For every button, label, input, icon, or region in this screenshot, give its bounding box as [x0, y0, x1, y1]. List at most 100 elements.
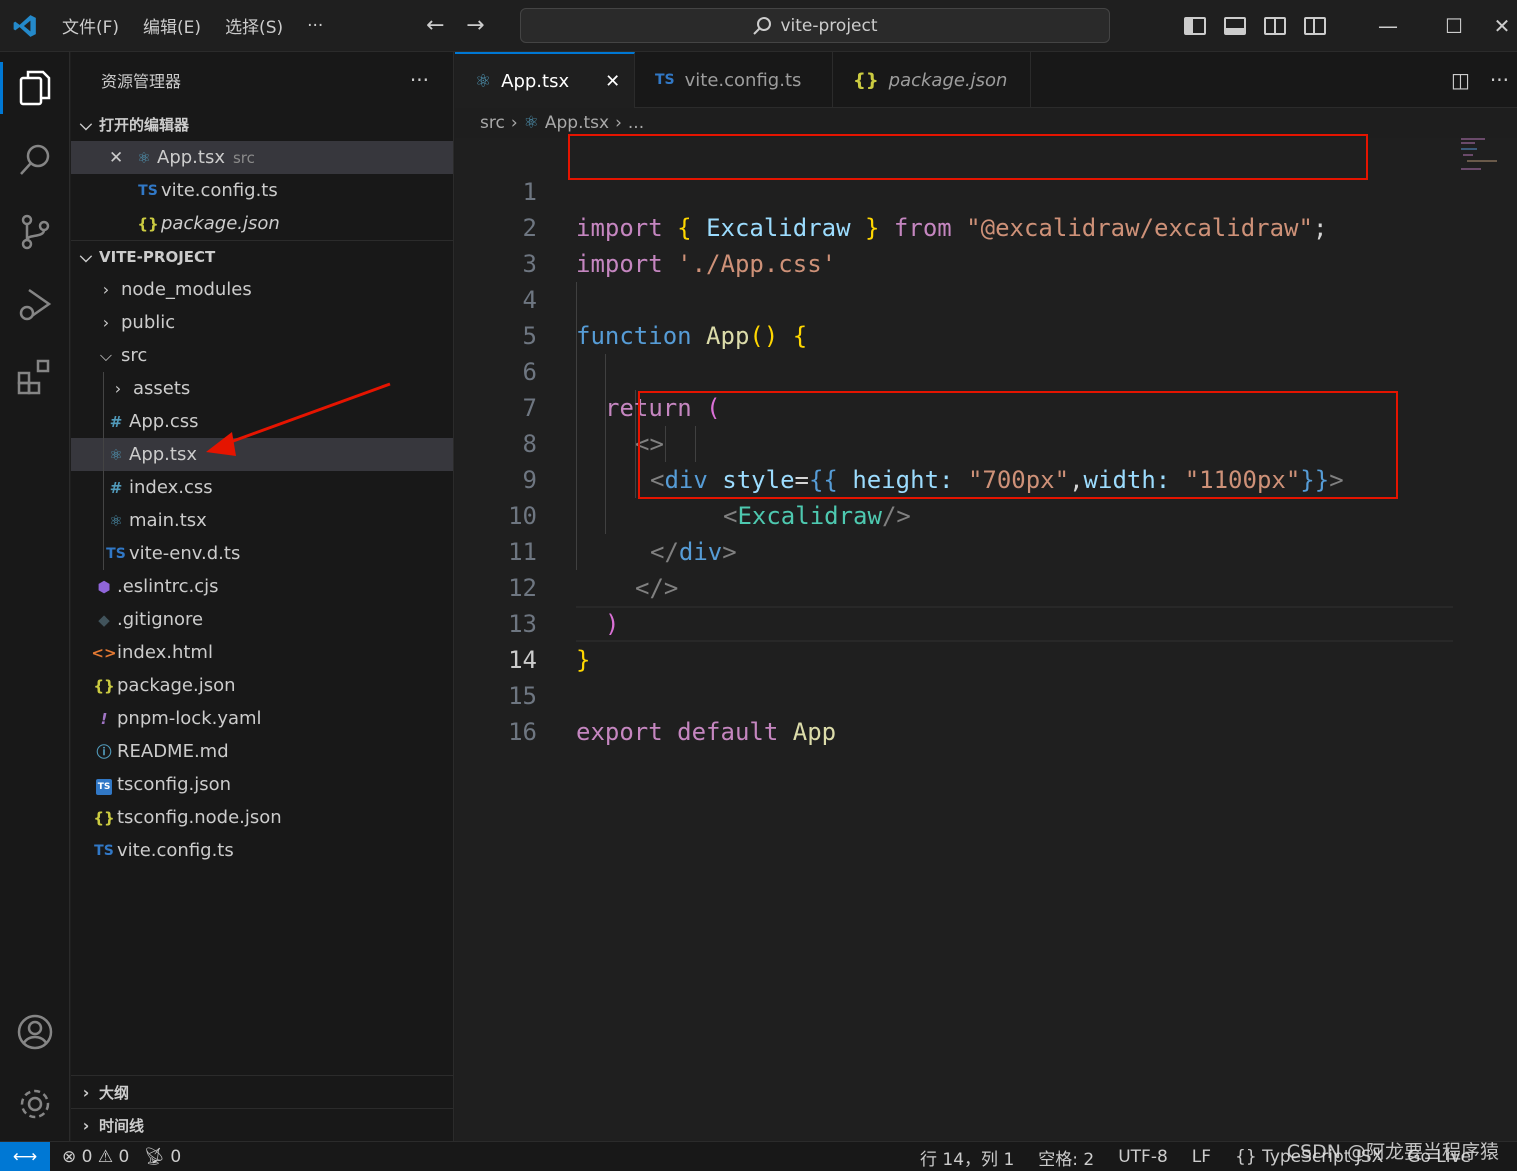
menu-file[interactable]: 文件(F)	[50, 0, 131, 52]
tree-item-public[interactable]: › public	[71, 306, 453, 339]
json-icon: {}	[93, 808, 115, 827]
breadcrumb-file[interactable]: App.tsx	[545, 113, 609, 133]
tree-item-vite-config[interactable]: TS vite.config.ts	[71, 834, 453, 867]
line-number: 16	[508, 718, 537, 746]
tree-label: public	[121, 312, 176, 333]
code-line: 4 function App() {	[455, 246, 1455, 350]
timeline-title: 时间线	[99, 1116, 145, 1135]
toggle-panel-icon[interactable]	[1224, 17, 1246, 35]
react-icon: ⚛	[109, 511, 123, 530]
css-hash-icon: #	[109, 478, 123, 497]
end-of-line[interactable]: LF	[1192, 1147, 1211, 1167]
tree-item-src[interactable]: ⌵ src	[71, 339, 453, 372]
cursor-position[interactable]: 行 14，列 1	[920, 1145, 1014, 1170]
tree-item-eslintrc[interactable]: ⬢ .eslintrc.cjs	[71, 570, 453, 603]
run-debug-icon[interactable]	[0, 268, 70, 340]
menu-edit[interactable]: 编辑(E)	[131, 0, 213, 52]
tree-item-pnpm-lock[interactable]: ! pnpm-lock.yaml	[71, 702, 453, 735]
json-icon: {}	[853, 69, 879, 91]
tree-item-vite-env[interactable]: TS vite-env.d.ts	[71, 537, 453, 570]
tab-close-icon[interactable]: ✕	[605, 71, 620, 92]
tree-item-node-modules[interactable]: › node_modules	[71, 273, 453, 306]
open-editor-item-package-json[interactable]: {} package.json	[71, 207, 453, 240]
tree-item-tsconfig-node[interactable]: {} tsconfig.node.json	[71, 801, 453, 834]
warning-count: 0	[118, 1146, 130, 1167]
tree-item-app-css[interactable]: # App.css	[71, 405, 453, 438]
chevron-down-icon: ⌵	[79, 247, 93, 266]
ports-indicator[interactable]: 📡︎ 0	[143, 1147, 181, 1167]
indentation[interactable]: 空格: 2	[1038, 1145, 1094, 1170]
code-line: 13 }	[455, 570, 1455, 674]
encoding[interactable]: UTF-8	[1118, 1147, 1168, 1167]
react-icon: ⚛	[475, 70, 492, 92]
code-line: 5	[455, 282, 1455, 350]
kw-export: export	[576, 718, 663, 746]
minimap	[1461, 138, 1497, 170]
tab-package-json[interactable]: {} package.json	[833, 52, 1031, 108]
typescript-icon: TS	[655, 72, 675, 88]
breadcrumb-symbol[interactable]: ...	[628, 113, 644, 133]
vscode-logo-icon	[0, 0, 50, 52]
open-editor-item-app-tsx[interactable]: ✕ ⚛ App.tsx src	[71, 141, 453, 174]
minimize-icon[interactable]: —	[1355, 0, 1421, 52]
tree-label: src	[121, 345, 148, 366]
tree-item-app-tsx[interactable]: ⚛ App.tsx	[71, 438, 453, 471]
forward-arrow-icon[interactable]: →	[455, 13, 495, 38]
command-center-search[interactable]: vite-project	[520, 8, 1110, 43]
editor-tabs: ⚛ App.tsx ✕ TS vite.config.ts {} package…	[455, 52, 1517, 108]
project-section[interactable]: ⌵ VITE-PROJECT	[71, 240, 453, 273]
explorer-icon[interactable]	[0, 52, 70, 124]
split-editor-icon[interactable]: ◫	[1451, 68, 1470, 92]
settings-gear-icon[interactable]	[0, 1068, 70, 1140]
tab-vite-config[interactable]: TS vite.config.ts	[635, 52, 833, 108]
breadcrumb-src[interactable]: src	[480, 113, 505, 133]
menu-more[interactable]: ···	[295, 0, 335, 52]
chevron-right-icon: ›	[82, 1082, 90, 1102]
tree-item-index-css[interactable]: # index.css	[71, 471, 453, 504]
tree-label: index.css	[129, 477, 213, 498]
highlight-box-div	[638, 391, 1398, 499]
more-actions-icon[interactable]: ···	[1490, 68, 1509, 92]
code-editor[interactable]: 1 import { Excalidraw } from "@excalidra…	[455, 134, 1517, 1141]
timeline-section[interactable]: › 时间线	[71, 1108, 454, 1141]
source-control-icon[interactable]	[0, 196, 70, 268]
tree-label: node_modules	[121, 279, 252, 300]
extensions-icon[interactable]	[0, 340, 70, 412]
tree-item-tsconfig[interactable]: TS tsconfig.json	[71, 768, 453, 801]
tree-item-assets[interactable]: › assets	[71, 372, 453, 405]
open-editor-item-vite-config[interactable]: TS vite.config.ts	[71, 174, 453, 207]
chevron-right-icon: ›	[82, 1115, 90, 1135]
search-icon[interactable]	[0, 124, 70, 196]
outline-section[interactable]: › 大纲	[71, 1075, 454, 1108]
tree-item-readme[interactable]: ⓘ README.md	[71, 735, 453, 768]
broadcast-icon: 📡︎	[143, 1146, 165, 1167]
yaml-exclamation-icon: !	[100, 709, 108, 728]
accounts-icon[interactable]	[0, 996, 70, 1068]
chevron-right-icon: ›	[615, 113, 622, 133]
explorer-more-button[interactable]: ···	[410, 68, 429, 92]
search-icon	[753, 16, 772, 35]
toggle-primary-sidebar-icon[interactable]	[1184, 17, 1206, 35]
toggle-secondary-sidebar-icon[interactable]	[1264, 17, 1286, 35]
maximize-icon[interactable]: ☐	[1421, 0, 1487, 52]
error-count: 0	[81, 1146, 93, 1167]
back-arrow-icon[interactable]: ←	[415, 13, 455, 38]
problems-indicator[interactable]: ⊗ 0 ⚠ 0	[62, 1147, 129, 1167]
ports-count: 0	[170, 1146, 182, 1167]
open-editors-section[interactable]: ⌵ 打开的编辑器	[71, 108, 453, 141]
menu-selection[interactable]: 选择(S)	[213, 0, 295, 52]
info-icon: ⓘ	[96, 743, 112, 761]
code-line: 6 return (	[455, 318, 1455, 422]
tree-item-package-json[interactable]: {} package.json	[71, 669, 453, 702]
remote-indicator-icon[interactable]: ⟷	[0, 1141, 50, 1171]
react-icon: ⚛	[523, 113, 539, 133]
css-hash-icon: #	[109, 412, 123, 431]
tree-label: vite-env.d.ts	[129, 543, 241, 564]
tab-app-tsx[interactable]: ⚛ App.tsx ✕	[455, 52, 635, 108]
tree-item-gitignore[interactable]: ◆ .gitignore	[71, 603, 453, 636]
close-icon[interactable]: ✕	[109, 148, 131, 168]
close-window-icon[interactable]: ✕	[1487, 0, 1517, 52]
tree-item-main-tsx[interactable]: ⚛ main.tsx	[71, 504, 453, 537]
tree-item-index-html[interactable]: <> index.html	[71, 636, 453, 669]
customize-layout-icon[interactable]	[1304, 17, 1326, 35]
